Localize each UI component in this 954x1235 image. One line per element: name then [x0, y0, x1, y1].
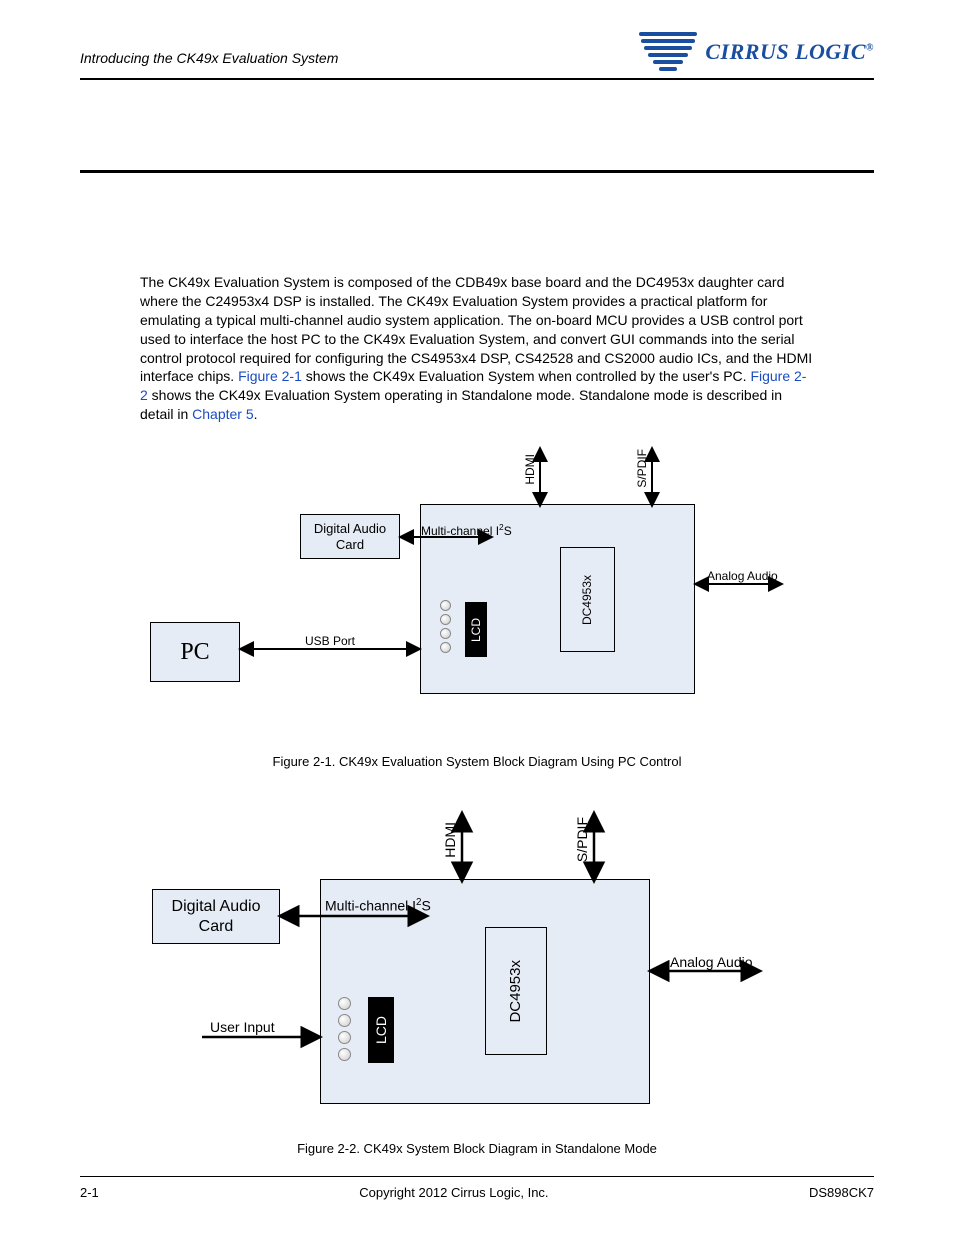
intro-paragraph: The CK49x Evaluation System is composed …	[140, 273, 814, 424]
figure-2-1: DC4953x LCD Digital Audio Card PC HDMI S…	[140, 442, 814, 732]
link-chapter-5[interactable]: Chapter 5	[192, 406, 253, 422]
arrows-svg	[140, 442, 820, 732]
brand-name: CIRRUS LOGIC®	[705, 39, 874, 65]
cirrus-lines-icon	[639, 30, 699, 74]
figure-2-2-caption: Figure 2-2. CK49x System Block Diagram i…	[140, 1141, 814, 1156]
figure-2-1-caption: Figure 2-1. CK49x Evaluation System Bloc…	[140, 754, 814, 769]
copyright-text: Copyright 2012 Cirrus Logic, Inc.	[359, 1185, 548, 1200]
page-number: 2-1	[80, 1185, 99, 1200]
section-title: Introducing the CK49x Evaluation System	[80, 50, 338, 74]
doc-id: DS898CK7	[809, 1185, 874, 1200]
arrows-svg	[140, 809, 820, 1119]
section-rule	[80, 170, 874, 173]
page-footer: 2-1 Copyright 2012 Cirrus Logic, Inc. DS…	[80, 1177, 874, 1200]
figure-2-2: DC4953x LCD Digital Audio Card HDMI S/PD…	[140, 809, 814, 1119]
link-figure-2-1[interactable]: Figure 2-1	[238, 368, 302, 384]
brand-logo: CIRRUS LOGIC®	[639, 30, 874, 74]
page-header: Introducing the CK49x Evaluation System …	[80, 30, 874, 80]
